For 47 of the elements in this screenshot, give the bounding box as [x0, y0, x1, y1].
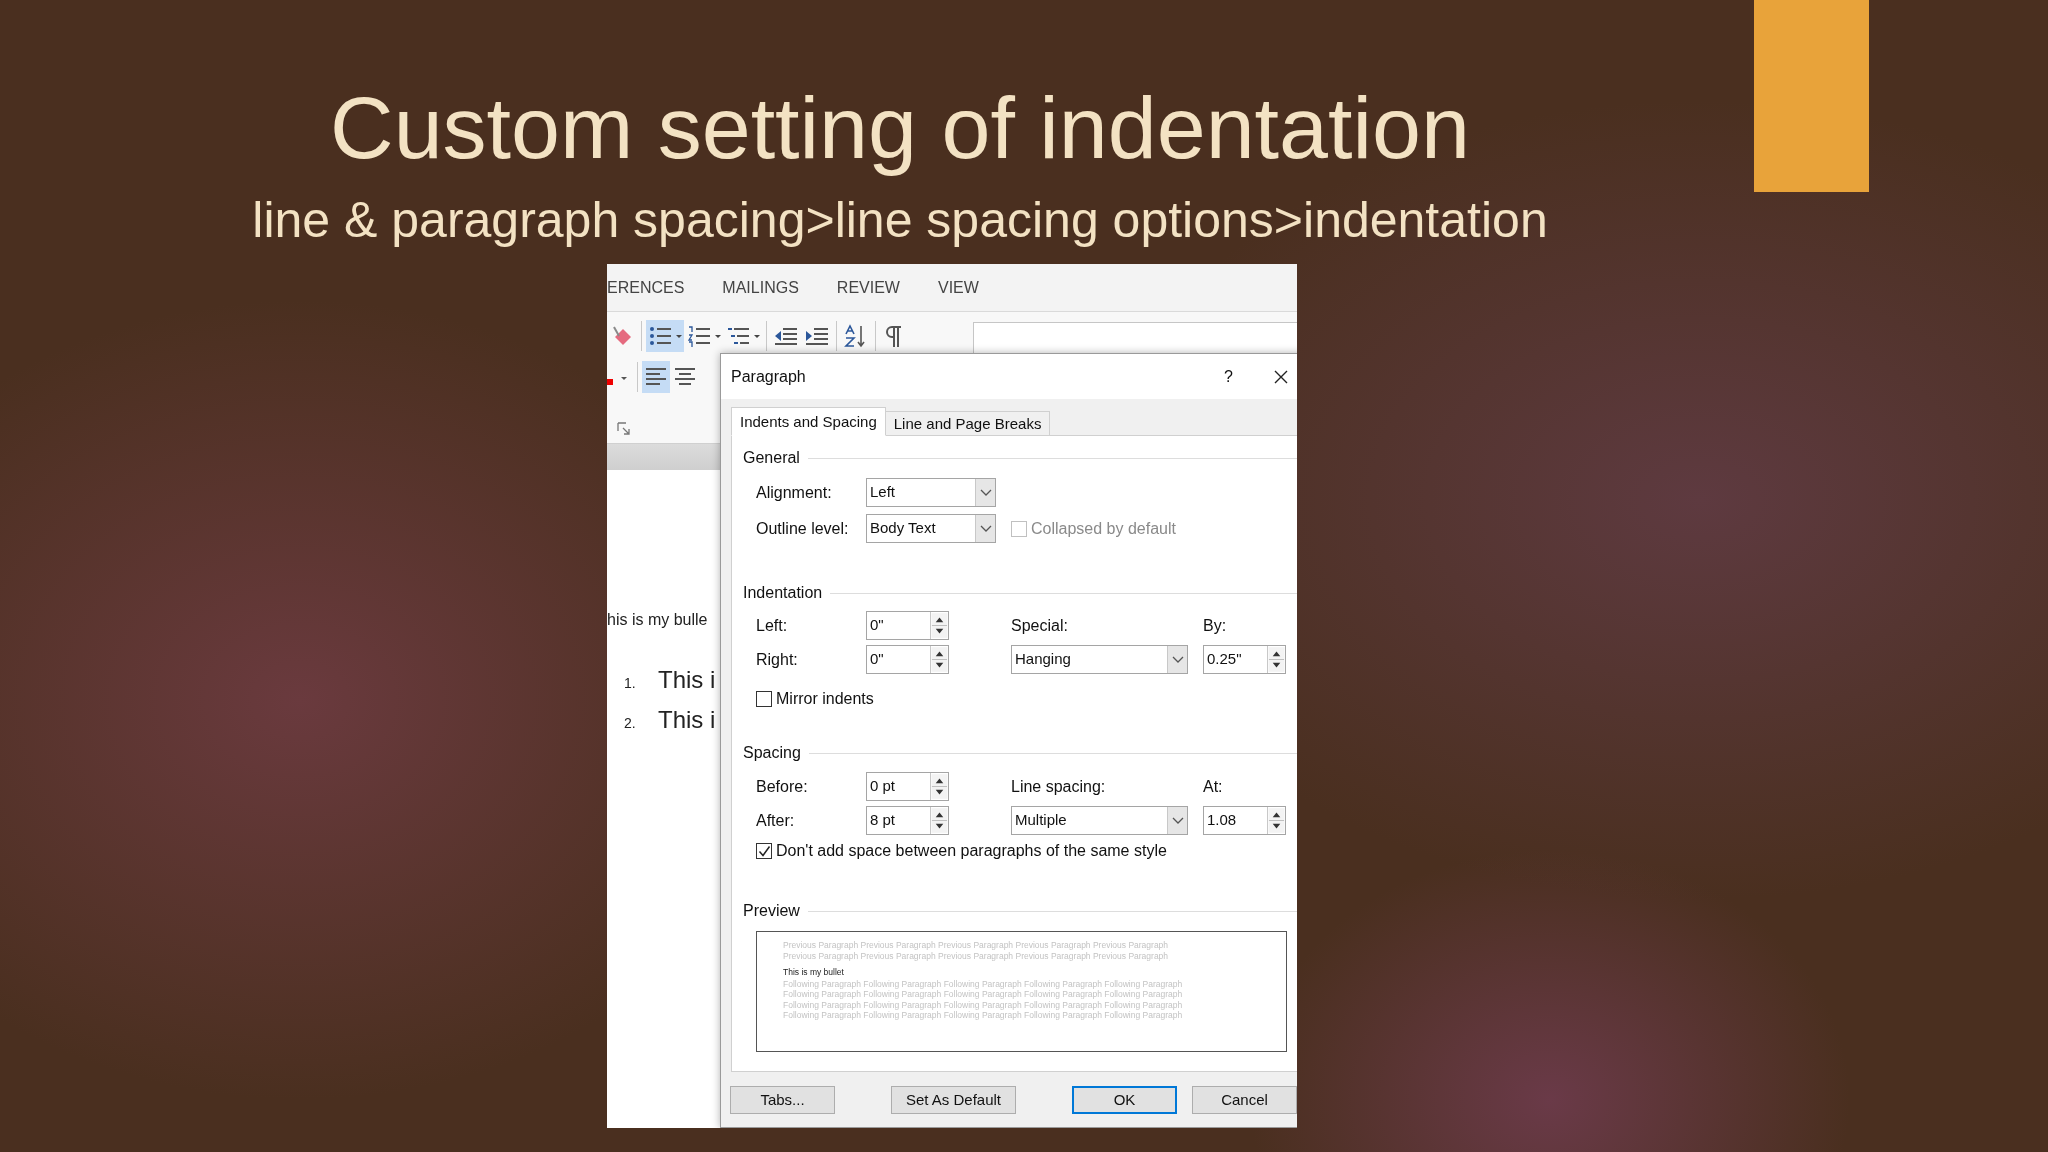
- spin-field[interactable]: 8 pt: [866, 806, 949, 835]
- ribbon-tab[interactable]: ERENCES: [607, 275, 685, 300]
- dialog-button[interactable]: OK: [1072, 1086, 1177, 1114]
- field-label: Outline level:: [756, 518, 849, 539]
- dialog-button[interactable]: Cancel: [1192, 1086, 1297, 1114]
- field-label: Line spacing:: [1011, 776, 1106, 797]
- list-number: 2.: [623, 714, 637, 733]
- section-heading: Spacing: [743, 743, 801, 763]
- field-label: Special:: [1011, 615, 1068, 636]
- checkbox-label: Don't add space between paragraphs of the same style: [776, 841, 1167, 861]
- section-heading: General: [743, 448, 800, 468]
- list-item-text: This i: [658, 665, 716, 695]
- spin-field[interactable]: 0 pt: [866, 772, 949, 801]
- dropdown[interactable]: Left: [866, 478, 996, 507]
- document-text: his is my bulle: [607, 610, 708, 630]
- tab[interactable]: Indents and Spacing: [731, 407, 886, 436]
- slide-title: Custom setting of indentation: [330, 80, 1470, 177]
- ribbon-tab[interactable]: MAILINGS: [722, 275, 799, 300]
- spin-field[interactable]: 1.08: [1203, 806, 1286, 835]
- field-label: Right:: [756, 649, 798, 670]
- slide-subtitle: line & paragraph spacing>line spacing options>indentation: [252, 191, 1548, 250]
- list-item-text: This i: [658, 705, 716, 735]
- dropdown[interactable]: Body Text: [866, 514, 996, 543]
- spin-field[interactable]: 0": [866, 645, 949, 674]
- help-button[interactable]: ?: [1224, 364, 1233, 389]
- dropdown[interactable]: Hanging: [1011, 645, 1188, 674]
- ribbon-tab[interactable]: REVIEW: [836, 275, 900, 300]
- field-label: After:: [756, 810, 795, 831]
- preview-text: This is my bullet: [783, 967, 844, 978]
- field-label: Left:: [756, 615, 788, 636]
- list-number: 1.: [623, 674, 637, 693]
- dialog-button[interactable]: Set As Default: [891, 1086, 1016, 1114]
- spin-field[interactable]: 0": [866, 611, 949, 640]
- tab[interactable]: Line and Page Breaks: [884, 411, 1051, 436]
- section-heading: Indentation: [743, 583, 823, 603]
- field-label: By:: [1203, 615, 1227, 636]
- spin-field[interactable]: 0.25": [1203, 645, 1286, 674]
- checkbox-label: Collapsed by default: [1031, 518, 1176, 539]
- section-heading: Preview: [743, 901, 800, 921]
- dialog-title: Paragraph: [731, 366, 807, 387]
- checkbox-label: Mirror indents: [776, 688, 874, 709]
- field-label: Before:: [756, 776, 808, 797]
- dropdown[interactable]: Multiple: [1011, 806, 1188, 835]
- field-label: Alignment:: [756, 482, 832, 503]
- dialog-button[interactable]: Tabs...: [730, 1086, 835, 1114]
- field-label: At:: [1203, 776, 1223, 797]
- ribbon-tab[interactable]: VIEW: [937, 275, 979, 300]
